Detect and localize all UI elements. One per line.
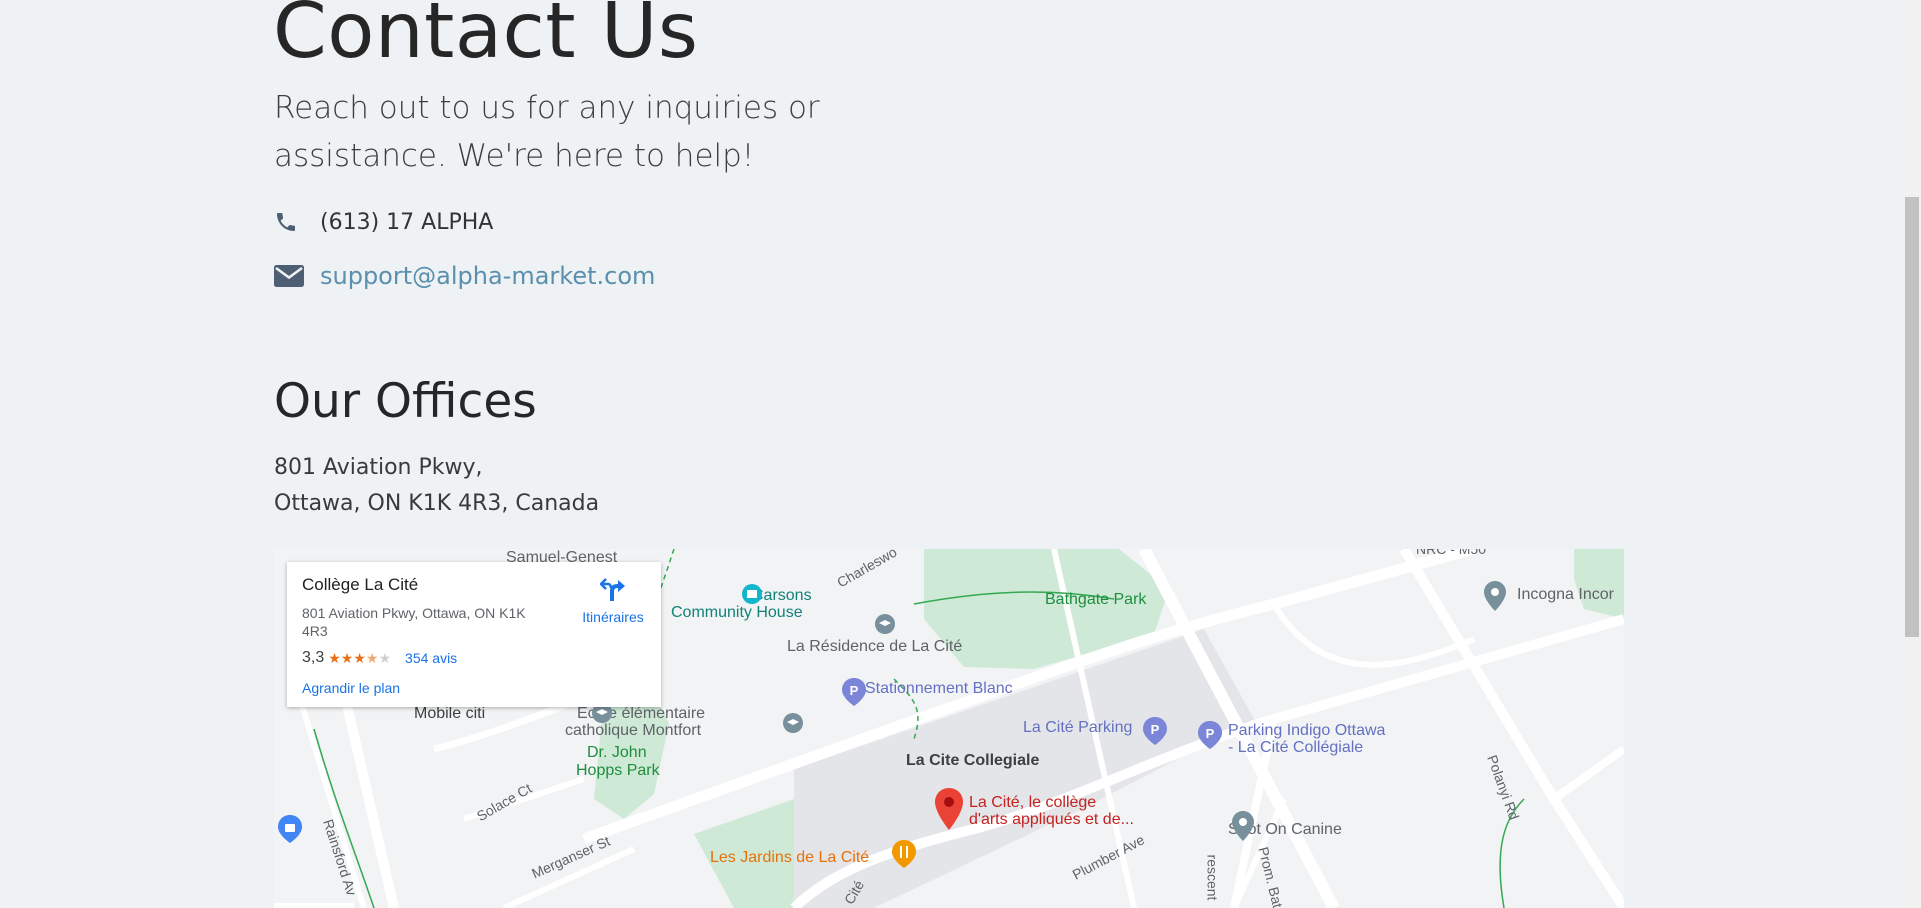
embedded-map[interactable]: Samuel-Genest Charleswo Carsons Communit… [274, 549, 1624, 908]
page-scrollbar[interactable] [1903, 0, 1921, 908]
email-link[interactable]: support@alpha-market.com [320, 262, 655, 290]
office-address: 801 Aviation Pkwy, Ottawa, ON K1K 4R3, C… [274, 450, 599, 522]
map-label-lacite-2: d'arts appliqués et de... [969, 811, 1134, 828]
map-label-stationnement: Stationnement Blanc [865, 680, 1013, 697]
page-title: Contact Us [273, 0, 699, 76]
svg-text:P: P [1206, 726, 1215, 741]
place-rating: 3,3 ★★★★★ 354 avis [302, 649, 457, 667]
place-name: Collège La Cité [302, 575, 419, 594]
email-row: support@alpha-market.com [274, 262, 655, 290]
rating-value: 3,3 [302, 649, 325, 666]
map-label-incogna: Incogna Incor [1517, 586, 1614, 603]
phone-icon [274, 208, 306, 236]
envelope-icon [274, 262, 306, 290]
phone-row: (613) 17 ALPHA [274, 208, 493, 236]
map-label-lacite-1: La Cité, le collège [969, 794, 1097, 811]
school-pin-icon[interactable] [874, 613, 896, 639]
svg-text:P: P [850, 683, 859, 698]
offices-title: Our Offices [274, 374, 537, 429]
reviews-link[interactable]: 354 avis [405, 650, 457, 666]
parking-pin-icon[interactable]: P [842, 678, 866, 706]
map-label-park-2: Hopps Park [576, 762, 660, 779]
address-line-2: Ottawa, ON K1K 4R3, Canada [274, 491, 600, 516]
map-label-jardins: Les Jardins de La Cité [710, 849, 870, 866]
phone-number[interactable]: (613) 17 ALPHA [320, 210, 493, 235]
map-label-indigo-2: - La Cité Collégiale [1228, 739, 1364, 756]
contact-page: Contact Us Reach out to us for any inqui… [0, 0, 1903, 908]
scrollbar-thumb[interactable] [1905, 197, 1919, 637]
map-label-cite-parking: La Cité Parking [1023, 719, 1133, 736]
map-label-ecole-2: catholique Montfort [565, 722, 702, 739]
place-pin-icon[interactable] [1484, 581, 1506, 611]
map-label-mobile: Mobile citi [414, 705, 486, 722]
restaurant-pin-icon[interactable] [892, 840, 916, 868]
map-label-indigo-1: Parking Indigo Ottawa [1228, 722, 1386, 739]
school-pin-icon-3[interactable] [782, 712, 804, 738]
map-label-nrc: NRC - M50 [1416, 549, 1487, 557]
svg-text:P: P [1151, 722, 1160, 737]
map-label-bathgate-park: Bathgate Park [1045, 591, 1147, 608]
page-subtitle: Reach out to us for any inquiries or ass… [274, 90, 820, 174]
place-pin-icon-2[interactable] [1232, 811, 1254, 841]
location-marker-icon[interactable] [935, 788, 963, 830]
place-info-card: Collège La Cité 801 Aviation Pkwy, Ottaw… [287, 562, 661, 707]
parking-pin-icon-3[interactable]: P [1198, 721, 1222, 749]
parking-pin-icon-2[interactable]: P [1143, 717, 1167, 745]
shopping-pin-icon[interactable] [278, 815, 302, 843]
directions-label: Itinéraires [582, 609, 644, 625]
directions-icon [599, 578, 625, 601]
directions-button[interactable]: Itinéraires [573, 576, 653, 625]
map-label-community-house: Community House [671, 604, 803, 621]
map-label-residence: La Résidence de La Cité [787, 638, 963, 655]
community-house-pin-icon[interactable] [741, 583, 763, 609]
enlarge-map-link[interactable]: Agrandir le plan [302, 680, 400, 696]
place-address: 801 Aviation Pkwy, Ottawa, ON K1K 4R3 [302, 605, 526, 639]
address-line-1: 801 Aviation Pkwy, [274, 455, 483, 480]
map-label-crescent: rescent [1204, 854, 1221, 901]
map-label-park-1: Dr. John [587, 744, 647, 761]
rating-stars: ★★★★★ [328, 649, 392, 666]
map-label-cite-collegiale: La Cite Collegiale [906, 752, 1040, 769]
